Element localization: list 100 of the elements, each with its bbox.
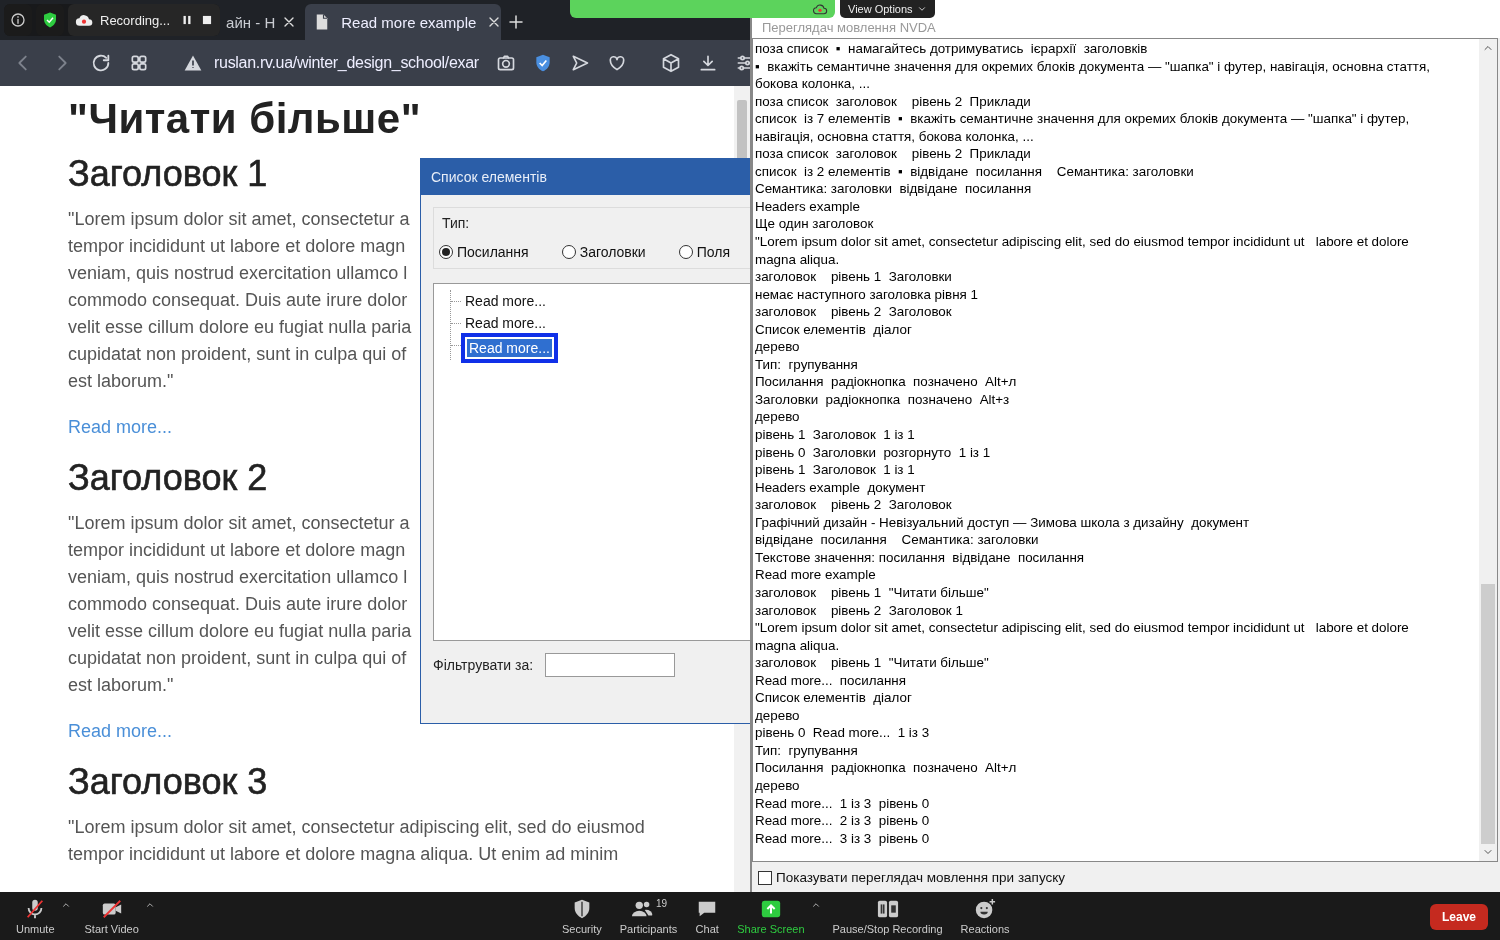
log-line: поза список ▪ намагайтесь дотримуватись ієрархії заголовків — [755, 40, 1148, 58]
toolbar-button[interactable]: Chat — [689, 893, 726, 939]
radio-label[interactable]: Поля — [696, 244, 730, 260]
toolbar-button[interactable]: Reactions — [954, 893, 1016, 939]
reload-icon[interactable] — [90, 52, 112, 74]
log-line: немає наступного заголовка рівня 1 — [755, 285, 978, 304]
log-line: список із 7 елементів ▪ вкажіть семантичне значення для окремих блоків документа — "шапка" і футер, — [755, 110, 1410, 128]
log-line: Графічний дизайн - Невізуальний доступ — Зимова школа з дизайну документ — [755, 513, 1250, 532]
log-line: заголовок рівень 2 Заголовок — [755, 496, 952, 514]
paragraph-line: tempor incididunt ut labore et dolore magn — [68, 235, 406, 258]
paragraph-line: est laborum." — [68, 674, 174, 697]
log-line: список із 2 елементів ▪ відвідане посилання Семантика: заголовки — [755, 162, 1194, 181]
log-line: Read more... 1 із 3 рівень 0 — [755, 794, 930, 813]
filter-field[interactable] — [545, 653, 676, 677]
paragraph-line: commodo consequat. Duis aute irure dolor — [68, 289, 408, 312]
log-line: рівень 1 Заголовок 1 із 1 — [755, 426, 915, 444]
page-title: "Читати більше" — [68, 94, 422, 144]
log-line: Посилання радіокнопка позначено Alt+л — [755, 759, 1017, 777]
paragraph-line: veniam, quis nostrud exercitation ullamco l — [68, 262, 408, 285]
log-line: "Lorem ipsum dolor sit amet, consectetur adipiscing elit, sed do eiusmod tempor incididunt ut labore et dolore — [755, 233, 1409, 251]
log-line: ▪ вкажіть семантичне значення для окремих блоків документа — "шапка" і футер, навігація, основна стаття, — [755, 57, 1430, 76]
log-line: рівень 0 Заголовки розгорнуто 1 із 1 — [755, 443, 991, 462]
log-line: дерево — [755, 706, 800, 725]
toolbar-button[interactable]: 19 Participants — [613, 893, 684, 939]
dialog-title: Список елементів — [431, 169, 547, 185]
cloud-icon — [811, 1, 829, 17]
log-line: Заголовки радіокнопка позначено Alt+з — [755, 390, 1010, 409]
recording-label: Recording... — [100, 12, 171, 28]
radio-button[interactable] — [678, 245, 693, 259]
scrollbar-thumb[interactable] — [737, 100, 747, 160]
log-line: поза список заголовок рівень 2 Приклади — [755, 92, 1031, 111]
log-line: Headers example документ — [755, 478, 926, 497]
leave-button[interactable]: Leave — [1429, 904, 1488, 930]
log-line: Тип: групування — [755, 741, 858, 760]
section-heading: Заголовок 2 — [68, 456, 268, 500]
checkbox-label[interactable]: Показувати переглядач мовлення при запуску — [776, 870, 1066, 885]
smiley-icon — [973, 897, 998, 920]
log-line: заголовок рівень 2 Заголовок 1 — [755, 601, 963, 620]
log-line: заголовок рівень 1 Заголовки — [755, 268, 952, 286]
log-line: відвідане посилання Семантика: заголовки — [755, 531, 1039, 549]
log-line: рівень 0 Read more... 1 із 3 — [755, 724, 930, 742]
cube-icon[interactable] — [660, 53, 681, 73]
radio-button[interactable] — [439, 245, 453, 259]
paragraph-line: velit esse cillum dolore eu fugiat nulla paria — [68, 316, 412, 339]
paragraph-line: "Lorem ipsum dolor sit amet, consectetur a — [68, 208, 410, 231]
radio-label[interactable]: Заголовки — [579, 244, 646, 260]
log-line: magna aliqua. — [755, 250, 840, 269]
log-line: Read more example — [755, 566, 876, 584]
log-line: magna aliqua. — [755, 636, 840, 655]
view-options-button[interactable]: View Options — [840, 0, 935, 18]
grid-icon[interactable] — [129, 53, 149, 73]
log-line: дерево — [755, 338, 800, 356]
log-line: Read more... посилання — [755, 671, 907, 690]
window-title: Переглядач мовлення NVDA — [762, 20, 936, 35]
log-line: бокова колонка, ... — [755, 75, 870, 93]
filter-label: Фільтрувати за: — [433, 657, 534, 673]
log-line: Ще один заголовок — [755, 215, 874, 233]
checkbox[interactable] — [758, 870, 772, 885]
log-line: Headers example — [755, 197, 860, 216]
log-line: Посилання радіокнопка позначено Alt+л — [755, 373, 1017, 391]
tree-item[interactable]: Read more... — [463, 314, 548, 332]
log-line: заголовок рівень 1 "Читати більше" — [755, 654, 989, 672]
log-line: Список елементів діалог — [755, 689, 912, 707]
paragraph-line: cupidatat non proident, sunt in culpa qui of — [68, 647, 407, 670]
toolbar-button[interactable]: Pause/Stop Recording — [826, 893, 949, 939]
paragraph-line: commodo consequat. Duis aute irure dolor — [68, 593, 408, 616]
log-line: Read more... 2 із 3 рівень 0 — [755, 812, 930, 830]
toolbar-button[interactable]: Unmute — [10, 893, 61, 939]
paragraph-line: est laborum." — [68, 370, 174, 393]
section-heading: Заголовок 1 — [68, 152, 268, 196]
browser-tab[interactable]: айн - Н — [224, 4, 304, 40]
log-line: "Lorem ipsum dolor sit amet, consectetur adipiscing elit, sed do eiusmod tempor incididunt ut labore et dolore — [755, 619, 1409, 637]
paragraph-line: tempor incididunt ut labore et dolore magn — [68, 539, 406, 562]
info-icon — [10, 12, 26, 28]
log-line: дерево — [755, 408, 800, 427]
log-line: Тип: групування — [755, 355, 858, 374]
scrollbar-thumb[interactable] — [1481, 584, 1495, 844]
browser-tab[interactable]: Read more example — [305, 4, 502, 40]
caret-icon — [916, 4, 927, 14]
tree-item[interactable]: Read more... — [463, 292, 548, 310]
log-line: Read more... 3 із 3 рівень 0 — [755, 829, 930, 848]
new-tab-icon[interactable] — [507, 13, 526, 31]
scrollbar[interactable] — [1479, 39, 1497, 861]
camera-icon[interactable] — [495, 53, 516, 73]
address-field[interactable]: ruslan.rv.ua/winter_design_school/exar — [214, 52, 479, 74]
radio-label[interactable]: Посилання — [457, 244, 529, 260]
toolbar-button[interactable]: Start Video — [78, 893, 145, 939]
warning-icon[interactable] — [183, 53, 203, 73]
log-line: навігація, основна стаття, бокова колонка, ... — [755, 127, 1034, 146]
log-line: поза список заголовок рівень 2 Приклади — [755, 145, 1031, 163]
paragraph-line: "Lorem ipsum dolor sit amet, consectetur a — [68, 512, 410, 535]
paragraph-line: tempor incididunt ut labore et dolore magna aliqua. Ut enim ad minim — [68, 843, 619, 866]
radio-button[interactable] — [561, 245, 576, 259]
paragraph-line: velit esse cillum dolore eu fugiat nulla paria — [68, 620, 412, 643]
toolbar-button[interactable]: Share Screen — [731, 893, 811, 939]
shield-icon — [41, 11, 59, 29]
log-line: заголовок рівень 2 Заголовок — [755, 303, 952, 321]
paragraph-line: "Lorem ipsum dolor sit amet, consectetur adipiscing elit, sed do eiusmod — [68, 816, 645, 839]
log-line: Текстове значення: посилання відвідане посилання — [755, 548, 1085, 567]
toolbar-button[interactable]: Security — [556, 893, 608, 939]
